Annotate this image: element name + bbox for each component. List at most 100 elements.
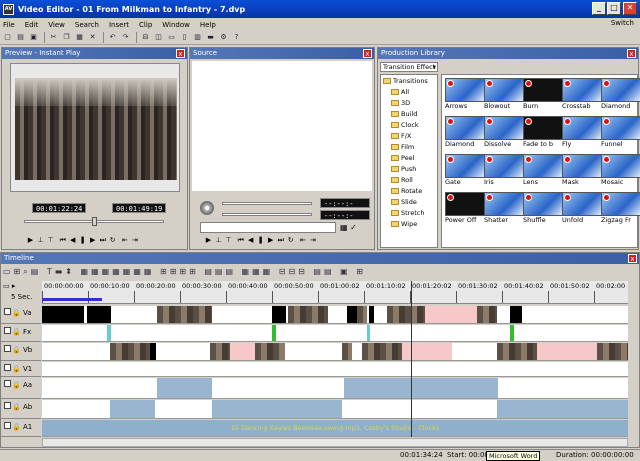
track-v1[interactable] (42, 362, 628, 377)
timeline-close-icon[interactable]: x (628, 254, 637, 263)
transition-tile[interactable]: Arrows (445, 78, 485, 110)
undo-icon[interactable]: ↶ (107, 32, 118, 43)
track-header[interactable]: 🔒 Ab (1, 400, 41, 419)
transition-tile[interactable]: Diamond (445, 116, 485, 148)
pause-icon[interactable]: ❚ (78, 236, 87, 245)
source-loop-icon[interactable]: ↻ (286, 236, 295, 245)
track-aa[interactable] (42, 378, 628, 399)
timeline-zoom-icon[interactable]: ▭ ▸ (3, 282, 41, 291)
tree-item[interactable]: F/X (391, 132, 411, 141)
transition-tile[interactable]: Funnel (601, 116, 640, 148)
lock-icon[interactable]: 🔒 (12, 365, 21, 373)
menu-search[interactable]: Search (75, 21, 99, 29)
tree-item[interactable]: Wipe (391, 220, 417, 229)
lock-icon[interactable]: 🔒 (12, 403, 21, 411)
lock-icon[interactable]: 🔒 (12, 328, 21, 336)
tree-item[interactable]: Rotate (391, 187, 422, 196)
transition-tile[interactable]: Unfold (562, 192, 602, 224)
menu-file[interactable]: File (3, 21, 15, 29)
track-fx[interactable] (42, 325, 628, 342)
track-visible-checkbox[interactable] (4, 422, 11, 429)
library-icon[interactable]: ▥ (192, 32, 203, 43)
paste-icon[interactable]: ▦ (74, 32, 85, 43)
lock-icon[interactable]: 🔒 (12, 423, 21, 431)
lock-icon[interactable]: 🔒 (12, 381, 21, 389)
library-close-icon[interactable]: x (627, 49, 636, 58)
preview-close-icon[interactable]: x (176, 49, 185, 58)
open-icon[interactable]: ▤ (15, 32, 26, 43)
track-visible-checkbox[interactable] (4, 380, 11, 387)
transition-tile[interactable]: Blowout (484, 78, 524, 110)
help-icon[interactable]: ? (231, 32, 242, 43)
tree-item[interactable]: 3D (391, 99, 410, 108)
maximize-button[interactable]: □ (607, 2, 621, 15)
track-va[interactable] (42, 306, 628, 324)
split-icon[interactable]: ⊟ (140, 32, 151, 43)
timeline-icon[interactable]: ▬ (205, 32, 216, 43)
source-range-end-icon[interactable]: ⇥ (308, 236, 317, 245)
source-pause-icon[interactable]: ❚ (256, 236, 265, 245)
mark-out-icon[interactable]: ⊤ (46, 236, 55, 245)
source-scrubber[interactable] (222, 213, 312, 216)
track-header[interactable]: 🔒 Vb (1, 343, 41, 361)
transition-tile[interactable]: Fly (562, 116, 602, 148)
source-mark-in-icon[interactable]: ⊥ (214, 236, 223, 245)
menu-insert[interactable]: Insert (109, 21, 129, 29)
mark-in-icon[interactable]: ⊥ (36, 236, 45, 245)
transition-tile[interactable]: Burn (523, 78, 563, 110)
timeline-toolbar[interactable]: ▭⊞⌕▤ T▬⬍ ▦▦▦▦▦▦▦ ⊞⊞⊞⊞ ▤▤▤ ▦▦▦ ⊟⊟⊟ ▤▤ ▣ ⊞ (3, 267, 603, 279)
source-start-icon[interactable]: ⏮ (236, 236, 245, 245)
timeline-ruler[interactable]: 00:00:00:00 00:00:10:00 00:00:20:00 00:00:3… (42, 281, 628, 304)
step-fwd-icon[interactable]: ▶ (88, 236, 97, 245)
source-back-icon[interactable]: ◀ (246, 236, 255, 245)
switch-button[interactable]: Switch (611, 19, 634, 27)
snapshot-icon[interactable]: ◫ (153, 32, 164, 43)
track-header[interactable]: 🔒 V1 (1, 362, 41, 377)
tree-item[interactable]: Peel (391, 154, 415, 163)
source-close-icon[interactable]: x (363, 49, 372, 58)
track-visible-checkbox[interactable] (4, 364, 11, 371)
properties-icon[interactable]: ⚙ (218, 32, 229, 43)
tree-item[interactable]: Roll (391, 176, 413, 185)
step-back-icon[interactable]: ◀ (68, 236, 77, 245)
source-fwd-icon[interactable]: ▶ (266, 236, 275, 245)
track-header[interactable]: 🔒 Va (1, 306, 41, 324)
transition-tile[interactable]: Gate (445, 154, 485, 186)
track-vb[interactable] (42, 343, 628, 361)
menu-edit[interactable]: Edit (25, 21, 39, 29)
source-browse-icon[interactable]: ▦ ✓ (340, 223, 357, 232)
transition-tile[interactable]: Diamond (601, 78, 640, 110)
track-visible-checkbox[interactable] (4, 308, 11, 315)
transition-tile[interactable]: Shatter (484, 192, 524, 224)
tree-item[interactable]: Slide (391, 198, 417, 207)
tree-item[interactable]: Stretch (391, 209, 424, 218)
range-icon[interactable]: ⇤ (120, 236, 129, 245)
tree-item[interactable]: Push (391, 165, 416, 174)
menu-help[interactable]: Help (200, 21, 216, 29)
range-end-icon[interactable]: ⇥ (130, 236, 139, 245)
track-a1[interactable]: 15 Dancing Kayles Beeswax-swing.mp3, Cos… (42, 420, 628, 437)
tree-item[interactable]: Build (391, 110, 417, 119)
track-header[interactable]: 🔒 Fx (1, 325, 41, 342)
tree-item[interactable]: Clock (391, 121, 419, 130)
transition-tile[interactable]: Mask (562, 154, 602, 186)
play-icon[interactable]: ▶ (26, 236, 35, 245)
library-category-select[interactable]: Transition Effect ▾ (380, 62, 438, 72)
new-icon[interactable]: ▢ (2, 32, 13, 43)
close-button[interactable]: ✕ (623, 2, 637, 15)
menu-window[interactable]: Window (162, 21, 190, 29)
track-ab[interactable] (42, 400, 628, 419)
transition-tile[interactable]: Iris (484, 154, 524, 186)
preview-icon[interactable]: ▭ (166, 32, 177, 43)
copy-icon[interactable]: ❐ (61, 32, 72, 43)
transition-tile[interactable]: Crosstab (562, 78, 602, 110)
source-range-icon[interactable]: ⇤ (298, 236, 307, 245)
lock-icon[interactable]: 🔒 (12, 346, 21, 354)
tree-item[interactable]: Film (391, 143, 414, 152)
track-header[interactable]: 🔒 Aa (1, 378, 41, 399)
a1-audio-clip[interactable]: 15 Dancing Kayles Beeswax-swing.mp3, Cos… (42, 420, 628, 436)
tree-item[interactable]: All (391, 88, 409, 97)
tree-item[interactable]: Transitions (383, 77, 428, 86)
minimize-button[interactable]: _ (592, 2, 606, 15)
menu-view[interactable]: View (48, 21, 65, 29)
